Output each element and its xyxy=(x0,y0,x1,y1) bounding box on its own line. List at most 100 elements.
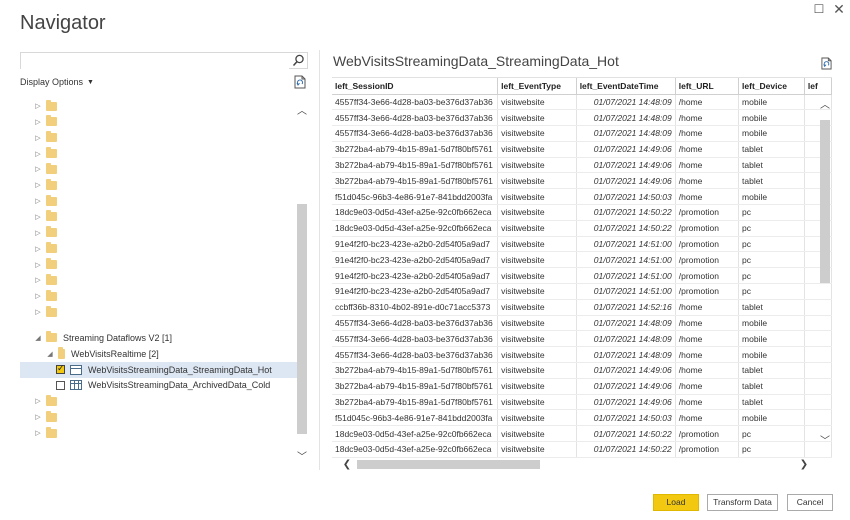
folder-icon xyxy=(46,429,57,438)
scrollbar-thumb[interactable] xyxy=(357,460,540,469)
preview-grid: left_SessionIDleft_EventTypeleft_EventDa… xyxy=(332,77,832,472)
chevron-right-icon[interactable]: ▷ xyxy=(34,261,42,269)
chevron-right-icon[interactable]: ▷ xyxy=(34,308,42,316)
folder-icon xyxy=(46,212,57,221)
column-header[interactable]: lef xyxy=(804,78,831,94)
tree-item-folder[interactable]: ▷ xyxy=(20,146,298,162)
refresh-preview-icon[interactable] xyxy=(821,57,832,70)
search-box[interactable] xyxy=(20,52,308,69)
scroll-down-icon[interactable]: ﹀ xyxy=(296,452,308,464)
scroll-down-icon[interactable]: ﹀ xyxy=(818,436,832,448)
tree-item-folder[interactable]: ▷ xyxy=(20,225,298,241)
table-row: 4557ff34-3e66-4d28-ba03-be376d37ab36visi… xyxy=(332,94,832,110)
table-cell: visitwebsite xyxy=(498,426,577,442)
table-cell: 01/07/2021 14:48:09 xyxy=(576,110,675,126)
folder-icon xyxy=(46,149,57,158)
grid-horizontal-scrollbar[interactable]: ❮ ❯ xyxy=(333,458,818,471)
tree-item-streaming-dataflows[interactable]: ◢Streaming Dataflows V2 [1] xyxy=(20,330,298,346)
refresh-document-icon[interactable] xyxy=(294,75,306,89)
transform-data-button[interactable]: Transform Data xyxy=(707,494,778,511)
tree-item-table[interactable]: WebVisitsStreamingData_ArchivedData_Cold xyxy=(20,377,298,393)
tree-item-folder[interactable]: ▷ xyxy=(20,130,298,146)
tree-item-folder[interactable]: ▷ xyxy=(20,257,298,273)
maximize-icon[interactable]: ☐ xyxy=(812,2,826,16)
tree-item-folder[interactable]: ▷ xyxy=(20,409,298,425)
table-cell: /promotion xyxy=(675,426,738,442)
table-cell: 01/07/2021 14:51:00 xyxy=(576,252,675,268)
chevron-right-icon[interactable]: ▷ xyxy=(34,292,42,300)
column-header[interactable]: left_EventType xyxy=(498,78,577,94)
chevron-right-icon[interactable]: ▷ xyxy=(34,213,42,221)
chevron-right-icon[interactable]: ▷ xyxy=(34,102,42,110)
display-options-label: Display Options xyxy=(20,77,83,87)
tree-item-folder[interactable]: ▷ xyxy=(20,209,298,225)
close-icon[interactable]: ✕ xyxy=(832,2,846,16)
chevron-right-icon[interactable]: ▷ xyxy=(34,245,42,253)
table-checkbox[interactable] xyxy=(56,381,65,390)
expanded-icon[interactable]: ◢ xyxy=(34,334,42,342)
table-cell: /home xyxy=(675,315,738,331)
chevron-right-icon[interactable]: ▷ xyxy=(34,165,42,173)
chevron-right-icon[interactable]: ▷ xyxy=(34,118,42,126)
table-cell: 18dc9e03-0d5d-43ef-a25e-92c0fb662eca xyxy=(332,426,498,442)
chevron-right-icon[interactable]: ▷ xyxy=(34,150,42,158)
table-icon xyxy=(70,380,82,390)
tree-item-folder[interactable]: ▷ xyxy=(20,272,298,288)
table-row: f51d045c-96b3-4e86-91e7-841bdd2003favisi… xyxy=(332,410,832,426)
data-table: left_SessionIDleft_EventTypeleft_EventDa… xyxy=(332,78,832,458)
folder-icon xyxy=(46,102,57,111)
tree-item-folder[interactable]: ▷ xyxy=(20,114,298,130)
table-row: 3b272ba4-ab79-4b15-89a1-5d7f80bf5761visi… xyxy=(332,394,832,410)
tree-item-folder[interactable]: ▷ xyxy=(20,393,298,409)
table-row: 4557ff34-3e66-4d28-ba03-be376d37ab36visi… xyxy=(332,347,832,363)
folder-icon xyxy=(46,133,57,142)
search-icon[interactable] xyxy=(292,54,305,67)
scroll-up-icon[interactable]: ︿ xyxy=(296,106,308,118)
chevron-right-icon[interactable]: ▷ xyxy=(34,276,42,284)
tree-scrollbar[interactable]: ︿ ﹀ xyxy=(296,98,308,464)
tree-item-folder[interactable]: ▷ xyxy=(20,98,298,114)
table-cell: tablet xyxy=(739,299,805,315)
chevron-right-icon[interactable]: ▷ xyxy=(34,181,42,189)
scroll-right-icon[interactable]: ❯ xyxy=(798,458,810,471)
tree-item-folder[interactable]: ▷ xyxy=(20,304,298,320)
cancel-button[interactable]: Cancel xyxy=(787,494,833,511)
chevron-right-icon[interactable]: ▷ xyxy=(34,197,42,205)
table-cell: pc xyxy=(739,284,805,300)
chevron-right-icon[interactable]: ▷ xyxy=(34,429,42,437)
tree-item-folder[interactable]: ▷ xyxy=(20,193,298,209)
column-header[interactable]: left_EventDateTime xyxy=(576,78,675,94)
tree-item-folder[interactable]: ▷ xyxy=(20,288,298,304)
table-cell: 01/07/2021 14:48:09 xyxy=(576,94,675,110)
tree-item-folder[interactable]: ▷ xyxy=(20,177,298,193)
chevron-right-icon[interactable]: ▷ xyxy=(34,397,42,405)
scroll-left-icon[interactable]: ❮ xyxy=(341,458,353,471)
tree-item-table[interactable]: WebVisitsStreamingData_StreamingData_Hot xyxy=(20,362,298,378)
tree-item-folder[interactable]: ▷ xyxy=(20,425,298,441)
tree-item-workspace[interactable]: ◢WebVisitsRealtime [2] xyxy=(20,346,298,362)
display-options-dropdown[interactable]: Display Options▼ xyxy=(20,77,94,87)
tree-item-folder[interactable]: ▷ xyxy=(20,161,298,177)
tree-item-folder[interactable]: ▷ xyxy=(20,241,298,257)
column-header[interactable]: left_Device xyxy=(739,78,805,94)
expanded-icon[interactable]: ◢ xyxy=(46,350,54,358)
table-cell: visitwebsite xyxy=(498,173,577,189)
column-header[interactable]: left_URL xyxy=(675,78,738,94)
chevron-right-icon[interactable]: ▷ xyxy=(34,229,42,237)
table-checkbox[interactable] xyxy=(56,365,65,374)
scrollbar-thumb[interactable] xyxy=(297,204,307,434)
scrollbar-thumb[interactable] xyxy=(820,120,830,283)
search-input[interactable] xyxy=(21,56,289,71)
scroll-up-icon[interactable]: ︿ xyxy=(818,100,832,112)
table-cell: 3b272ba4-ab79-4b15-89a1-5d7f80bf5761 xyxy=(332,141,498,157)
tree-item-label: WebVisitsStreamingData_ArchivedData_Cold xyxy=(88,380,270,390)
table-cell: 18dc9e03-0d5d-43ef-a25e-92c0fb662eca xyxy=(332,442,498,458)
column-header[interactable]: left_SessionID xyxy=(332,78,498,94)
chevron-right-icon[interactable]: ▷ xyxy=(34,413,42,421)
table-cell: visitwebsite xyxy=(498,110,577,126)
panel-divider xyxy=(319,50,320,470)
table-cell: /home xyxy=(675,331,738,347)
chevron-right-icon[interactable]: ▷ xyxy=(34,134,42,142)
load-button[interactable]: Load xyxy=(653,494,699,511)
grid-vertical-scrollbar[interactable]: ︿ ﹀ xyxy=(818,100,832,450)
